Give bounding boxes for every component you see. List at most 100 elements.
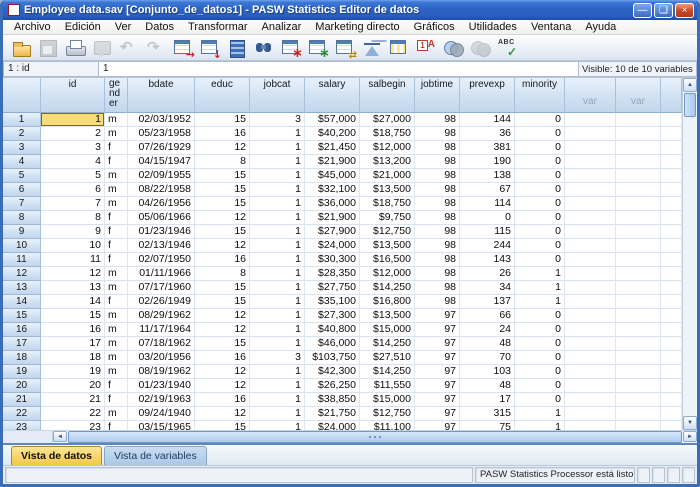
cell-salbegin-row13[interactable]: $14,250	[360, 281, 415, 295]
menu-transformar[interactable]: Transformar	[181, 20, 255, 35]
cell-gender-row7[interactable]: m	[105, 197, 128, 211]
cell-educ-row16[interactable]: 12	[195, 323, 250, 337]
cell-bdate-row14[interactable]: 02/26/1949	[128, 295, 195, 309]
cell-minority-row15[interactable]: 0	[515, 309, 565, 323]
cell-var1-row14[interactable]	[565, 295, 616, 309]
cell-prevexp-row7[interactable]: 114	[460, 197, 515, 211]
cell-salary-row18[interactable]: $103,750	[305, 351, 360, 365]
select-cases-icon[interactable]	[387, 37, 411, 59]
cell-minority-row21[interactable]: 0	[515, 393, 565, 407]
cell-jobcat-row22[interactable]: 1	[250, 407, 305, 421]
cell-var1-row3[interactable]	[565, 141, 616, 155]
cell-gender-row8[interactable]: f	[105, 211, 128, 225]
cell-prevexp-row19[interactable]: 103	[460, 365, 515, 379]
cell-prevexp-row16[interactable]: 24	[460, 323, 515, 337]
cell-var2-row23[interactable]	[616, 421, 661, 430]
row-number[interactable]: 10	[3, 239, 41, 253]
row-number[interactable]: 3	[3, 141, 41, 155]
menu-marketing-directo[interactable]: Marketing directo	[308, 20, 406, 35]
cell-gender-row19[interactable]: m	[105, 365, 128, 379]
cell-educ-row17[interactable]: 15	[195, 337, 250, 351]
cell-id-row6[interactable]: 6	[41, 183, 105, 197]
cell-id-row7[interactable]: 7	[41, 197, 105, 211]
cell-jobtime-row7[interactable]: 98	[415, 197, 460, 211]
spell-check-icon[interactable]	[495, 37, 519, 59]
cell-jobcat-row13[interactable]: 1	[250, 281, 305, 295]
cell-prevexp-row11[interactable]: 143	[460, 253, 515, 267]
cell-var1-row10[interactable]	[565, 239, 616, 253]
cell-id-row10[interactable]: 10	[41, 239, 105, 253]
cell-var1-row2[interactable]	[565, 127, 616, 141]
cell-id-row16[interactable]: 16	[41, 323, 105, 337]
cell-var1-row4[interactable]	[565, 155, 616, 169]
cell-id-row17[interactable]: 17	[41, 337, 105, 351]
cell-salbegin-row1[interactable]: $27,000	[360, 113, 415, 127]
cell-salbegin-row12[interactable]: $12,000	[360, 267, 415, 281]
column-header-gender[interactable]: gender	[105, 78, 128, 113]
cell-salbegin-row17[interactable]: $14,250	[360, 337, 415, 351]
cell-prevexp-row5[interactable]: 138	[460, 169, 515, 183]
column-header-bdate[interactable]: bdate	[128, 78, 195, 113]
cell-educ-row15[interactable]: 12	[195, 309, 250, 323]
cell-educ-row2[interactable]: 16	[195, 127, 250, 141]
cell-salbegin-row22[interactable]: $12,750	[360, 407, 415, 421]
cell-salbegin-row11[interactable]: $16,500	[360, 253, 415, 267]
cell-minority-row7[interactable]: 0	[515, 197, 565, 211]
cell-minority-row9[interactable]: 0	[515, 225, 565, 239]
cell-salary-row19[interactable]: $42,300	[305, 365, 360, 379]
cell-prevexp-row10[interactable]: 244	[460, 239, 515, 253]
cell-minority-row2[interactable]: 0	[515, 127, 565, 141]
row-number[interactable]: 16	[3, 323, 41, 337]
tab-vista-de-variables[interactable]: Vista de variables	[104, 446, 207, 467]
cell-id-row2[interactable]: 2	[41, 127, 105, 141]
cell-var1-row22[interactable]	[565, 407, 616, 421]
split-file-icon[interactable]: ⇄	[333, 37, 357, 59]
cell-gender-row20[interactable]: f	[105, 379, 128, 393]
find-icon[interactable]	[252, 37, 276, 59]
cell-var2-row9[interactable]	[616, 225, 661, 239]
cell-var1-row1[interactable]	[565, 113, 616, 127]
variables-icon[interactable]	[225, 37, 249, 59]
cell-var2-row13[interactable]	[616, 281, 661, 295]
scroll-right-button[interactable]: ►	[683, 431, 697, 442]
cell-minority-row6[interactable]: 0	[515, 183, 565, 197]
cell-id-row1[interactable]: 1	[41, 113, 105, 127]
cell-salary-row13[interactable]: $27,750	[305, 281, 360, 295]
cell-bdate-row20[interactable]: 01/23/1940	[128, 379, 195, 393]
cell-gender-row15[interactable]: m	[105, 309, 128, 323]
cell-salary-row3[interactable]: $21,450	[305, 141, 360, 155]
cell-salbegin-row4[interactable]: $13,200	[360, 155, 415, 169]
cell-id-row15[interactable]: 15	[41, 309, 105, 323]
cell-salary-row21[interactable]: $38,850	[305, 393, 360, 407]
row-number[interactable]: 17	[3, 337, 41, 351]
cell-gender-row12[interactable]: m	[105, 267, 128, 281]
cell-bdate-row21[interactable]: 02/19/1963	[128, 393, 195, 407]
cell-var1-row11[interactable]	[565, 253, 616, 267]
cell-var2-row11[interactable]	[616, 253, 661, 267]
cell-jobcat-row6[interactable]: 1	[250, 183, 305, 197]
menu-datos[interactable]: Datos	[138, 20, 181, 35]
cell-id-row5[interactable]: 5	[41, 169, 105, 183]
cell-salary-row17[interactable]: $46,000	[305, 337, 360, 351]
cell-minority-row16[interactable]: 0	[515, 323, 565, 337]
cell-jobcat-row11[interactable]: 1	[250, 253, 305, 267]
cell-gender-row1[interactable]: m	[105, 113, 128, 127]
cell-var1-row5[interactable]	[565, 169, 616, 183]
cell-salbegin-row23[interactable]: $11,100	[360, 421, 415, 430]
cell-var2-row10[interactable]	[616, 239, 661, 253]
cell-jobtime-row19[interactable]: 97	[415, 365, 460, 379]
goto-case-icon[interactable]: →	[171, 37, 195, 59]
row-number[interactable]: 20	[3, 379, 41, 393]
cell-bdate-row7[interactable]: 04/26/1956	[128, 197, 195, 211]
cell-educ-row20[interactable]: 12	[195, 379, 250, 393]
value-labels-icon[interactable]	[414, 37, 438, 59]
column-header-minority[interactable]: minority	[515, 78, 565, 113]
goto-variable-icon[interactable]: ↓	[198, 37, 222, 59]
row-number[interactable]: 22	[3, 407, 41, 421]
cell-minority-row22[interactable]: 1	[515, 407, 565, 421]
cell-jobtime-row14[interactable]: 98	[415, 295, 460, 309]
cell-id-row12[interactable]: 12	[41, 267, 105, 281]
row-number[interactable]: 7	[3, 197, 41, 211]
column-header-salbegin[interactable]: salbegin	[360, 78, 415, 113]
cell-salbegin-row7[interactable]: $18,750	[360, 197, 415, 211]
